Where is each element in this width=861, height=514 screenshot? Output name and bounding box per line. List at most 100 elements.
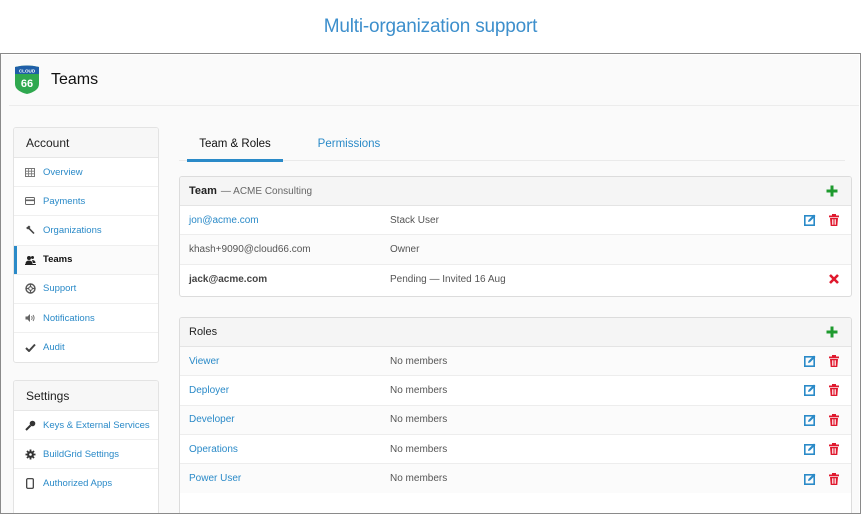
trash-icon — [829, 355, 839, 368]
gear-icon — [24, 448, 36, 460]
sidebar-item-support[interactable]: Support — [14, 275, 158, 304]
row-actions — [828, 265, 840, 294]
close-icon — [829, 274, 839, 285]
credit-card-icon — [24, 195, 36, 207]
sidebar-item-label: Audit — [43, 342, 65, 354]
team-member-row: jack@acme.com Pending — Invited 16 Aug — [180, 265, 851, 294]
sidebar-item-overview[interactable]: Overview — [14, 158, 158, 188]
users-icon — [24, 254, 36, 266]
page-title: Teams — [51, 71, 99, 88]
sidebar-item-label: Keys & External Services — [43, 419, 150, 431]
plus-icon — [826, 185, 838, 197]
sidebar-account: Account Overview Payments Organizations … — [13, 127, 159, 364]
sidebar-item-label: Organizations — [43, 224, 102, 236]
header-divider — [9, 105, 859, 106]
role-row: Power User No members — [180, 464, 851, 494]
grid-icon — [24, 166, 36, 178]
logo-top-text: CLOUD — [19, 69, 36, 74]
banner-title: Multi-organization support — [323, 15, 538, 37]
checkmark-icon — [24, 342, 36, 354]
sidebar-item-audit[interactable]: Audit — [14, 333, 158, 362]
tab-permissions[interactable]: Permissions — [305, 127, 393, 161]
row-actions — [804, 464, 840, 493]
banner: Multi-organization support — [0, 0, 861, 54]
member-role: Owner — [390, 243, 420, 255]
edit-icon — [804, 443, 816, 456]
role-members: No members — [390, 414, 448, 426]
role-name-link[interactable]: Developer — [189, 414, 390, 425]
trash-icon — [829, 413, 839, 426]
sidebar-item-notifications[interactable]: Notifications — [14, 304, 158, 334]
role-row: Operations No members — [180, 435, 851, 465]
team-organization-name: — ACME Consulting — [220, 185, 313, 197]
delete-role-button[interactable] — [828, 443, 840, 456]
delete-role-button[interactable] — [828, 355, 840, 368]
cloud66-logo: CLOUD 66 — [15, 65, 39, 94]
sidebar-item-teams[interactable]: Teams — [14, 245, 158, 275]
member-email: khash+9090@cloud66.com — [189, 243, 311, 255]
sidebar-item-label: Authorized Apps — [43, 478, 113, 490]
delete-role-button[interactable] — [828, 384, 840, 397]
roles-list: Viewer No members Deployer No members Develo… — [180, 347, 851, 494]
edit-role-button[interactable] — [804, 473, 816, 485]
member-role: Stack User — [390, 214, 439, 226]
edit-icon — [804, 414, 816, 426]
edit-icon — [804, 214, 816, 227]
mobile-icon — [24, 478, 36, 490]
team-panel: Team — ACME Consulting jon@acme.com Stac… — [179, 176, 852, 297]
trash-icon — [829, 384, 839, 397]
trash-icon — [829, 443, 839, 456]
member-email: jack@acme.com — [189, 273, 268, 285]
roles-panel-title: Roles — [189, 326, 218, 338]
edit-icon — [804, 355, 816, 368]
delete-role-button[interactable] — [828, 472, 840, 485]
sidebar-item-payments[interactable]: Payments — [14, 187, 158, 217]
delete-member-button[interactable] — [828, 214, 840, 227]
edit-icon — [804, 384, 816, 397]
team-member-row: jon@acme.com Stack User — [180, 206, 851, 236]
member-invite-status: Pending — Invited 16 Aug — [390, 273, 506, 285]
member-email-link[interactable]: jon@acme.com — [189, 215, 390, 226]
role-name-link[interactable]: Viewer — [189, 356, 390, 367]
sidebar-item-organizations[interactable]: Organizations — [14, 216, 158, 246]
lifebuoy-icon — [24, 283, 36, 295]
role-row: Viewer No members — [180, 347, 851, 377]
edit-role-button[interactable] — [804, 384, 816, 397]
cancel-invite-button[interactable] — [828, 273, 840, 285]
team-member-row: khash+9090@cloud66.com Owner — [180, 235, 851, 265]
tab-team-roles[interactable]: Team & Roles — [187, 127, 283, 162]
role-members: No members — [390, 473, 448, 485]
role-name-link[interactable]: Power User — [189, 473, 390, 484]
sidebar-item-authorized-apps[interactable]: Authorized Apps — [14, 469, 158, 498]
sidebar-item-label: Support — [43, 283, 77, 295]
edit-role-button[interactable] — [804, 414, 816, 426]
role-members: No members — [390, 355, 448, 367]
edit-role-button[interactable] — [804, 355, 816, 368]
role-name-link[interactable]: Operations — [189, 444, 390, 455]
edit-role-button[interactable] — [804, 443, 816, 456]
role-row: Deployer No members — [180, 376, 851, 406]
roles-panel: Roles Viewer No members Deployer No members… — [179, 317, 852, 513]
add-role-button[interactable] — [825, 325, 839, 339]
row-actions — [804, 435, 840, 463]
hammer-icon — [24, 224, 36, 236]
speaker-icon — [24, 312, 36, 324]
row-actions — [804, 406, 840, 434]
delete-role-button[interactable] — [828, 413, 840, 426]
edit-member-button[interactable] — [804, 214, 816, 227]
logo-bottom-text: 66 — [21, 78, 33, 90]
sidebar-item-label: Overview — [43, 166, 83, 178]
app-window: CLOUD 66 Teams Account Overview Payments… — [1, 55, 859, 513]
sidebar-settings: Settings Keys & External Services BuildG… — [13, 380, 159, 513]
sidebar-item-keys-external-services[interactable]: Keys & External Services — [14, 411, 158, 441]
trash-icon — [829, 214, 839, 227]
tab-bar: Team & Roles Permissions — [179, 127, 845, 162]
sidebar-item-label: BuildGrid Settings — [43, 448, 120, 460]
sidebar-heading-account: Account — [14, 128, 158, 158]
sidebar-item-buildgrid-settings[interactable]: BuildGrid Settings — [14, 440, 158, 470]
row-actions — [804, 376, 840, 404]
add-team-member-button[interactable] — [825, 184, 839, 198]
role-name-link[interactable]: Deployer — [189, 385, 390, 396]
role-row: Developer No members — [180, 405, 851, 435]
team-panel-header: Team — ACME Consulting — [180, 177, 851, 206]
